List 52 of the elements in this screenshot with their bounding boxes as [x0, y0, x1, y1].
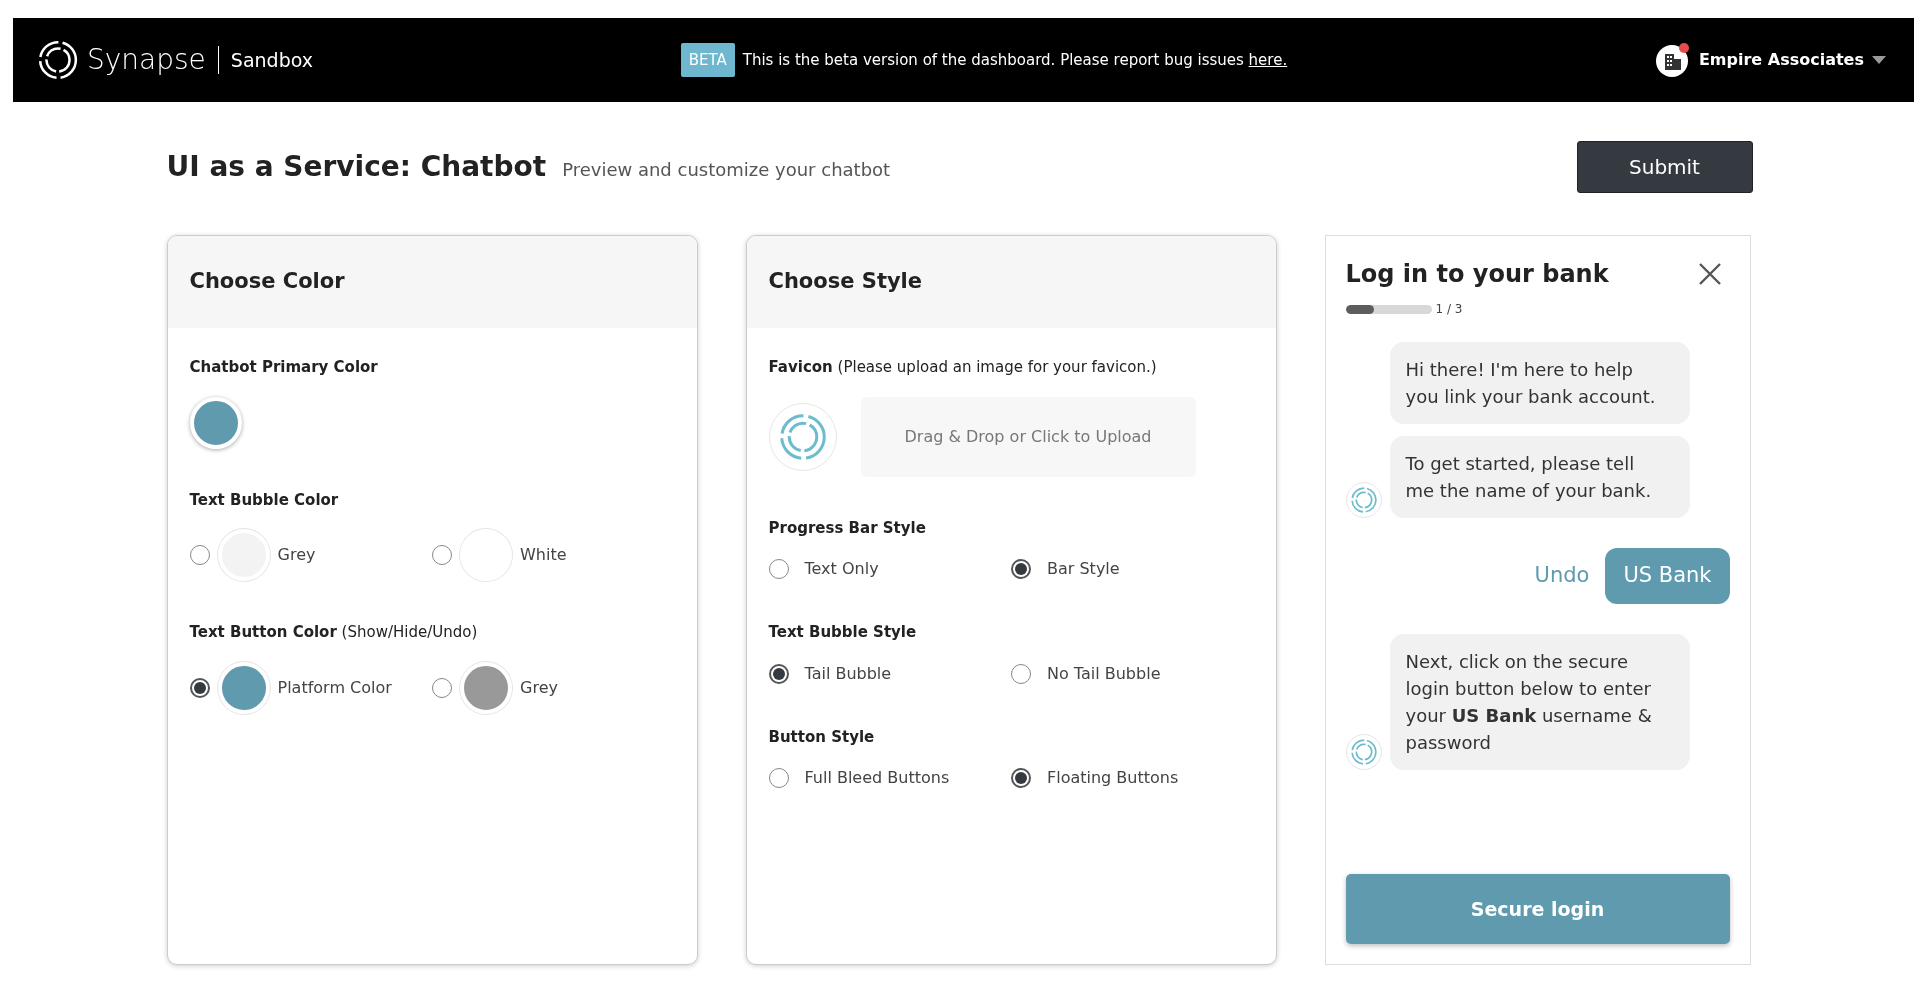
- radio-button[interactable]: [189, 677, 210, 698]
- submit-button[interactable]: Submit: [1576, 141, 1753, 193]
- chat-bubble: To get started, please tell me the name of your bank.: [1389, 436, 1690, 518]
- section-label: Progress Bar Style: [768, 517, 927, 539]
- option-label: Grey: [520, 676, 558, 699]
- section-label: Text Bubble Style: [768, 622, 918, 643]
- beta-notice: This is the beta version of the dashboard. Please report bug issues here.: [742, 49, 1288, 71]
- environment-label: Sandbox: [217, 45, 313, 75]
- card-title: Choose Color: [189, 268, 345, 296]
- option-label: Floating Buttons: [1047, 767, 1179, 789]
- ring-icon: [777, 411, 828, 462]
- card-title: Choose Style: [768, 268, 923, 296]
- reply-button[interactable]: US Bank: [1605, 548, 1730, 604]
- option-label: White: [520, 544, 567, 566]
- chat-title: Log in to your bank: [1345, 259, 1609, 290]
- section-label: Favicon (Please upload an image for your favicon.): [768, 357, 1158, 378]
- chat-bubble: Next, click on the secure login button below to enter your US Bank username & password: [1389, 633, 1690, 770]
- option-label: Bar Style: [1047, 558, 1120, 580]
- section-label: Chatbot Primary Color: [189, 357, 379, 378]
- beta-badge: BETA: [680, 42, 735, 78]
- undo-link[interactable]: Undo: [1534, 560, 1590, 592]
- radio-button[interactable]: [1011, 559, 1031, 579]
- page-title: UI as a Service: Chatbot: [166, 149, 547, 185]
- radio-button[interactable]: [1011, 768, 1031, 788]
- page-subtitle: Preview and customize your chatbot: [562, 158, 891, 182]
- report-link[interactable]: here.: [1248, 50, 1288, 69]
- close-icon[interactable]: [1697, 262, 1722, 286]
- radio-button[interactable]: [768, 663, 789, 684]
- option-label: Text Only: [804, 558, 879, 580]
- section-label: Text Bubble Color: [189, 489, 340, 511]
- upload-area[interactable]: Drag & Drop or Click to Upload: [860, 396, 1196, 477]
- radio-button[interactable]: [1011, 663, 1031, 684]
- option-label: No Tail Bubble: [1047, 662, 1161, 685]
- caret-icon[interactable]: [1872, 56, 1886, 64]
- section-label: Button Style: [768, 726, 876, 748]
- radio-button[interactable]: [768, 559, 789, 579]
- option-label: Full Bleed Buttons: [804, 767, 950, 789]
- secure-login-button[interactable]: Secure login: [1345, 874, 1730, 944]
- account-name[interactable]: Empire Associates: [1698, 48, 1864, 72]
- section-label: Text Button Color (Show/Hide/Undo): [189, 622, 479, 643]
- brand-name: Synapse: [87, 42, 206, 78]
- chat-bubble: Hi there! I'm here to help you link your bank account.: [1389, 342, 1690, 424]
- progress-text: 1 / 3: [1435, 301, 1463, 318]
- logo-icon: [37, 39, 79, 81]
- option-label: Platform Color: [277, 676, 392, 699]
- radio-button[interactable]: [189, 545, 210, 565]
- radio-button[interactable]: [768, 768, 789, 788]
- option-label: Tail Bubble: [804, 662, 892, 685]
- radio-button[interactable]: [432, 545, 452, 565]
- option-label: Grey: [277, 544, 316, 566]
- building-icon[interactable]: [1654, 42, 1691, 78]
- radio-button[interactable]: [432, 677, 452, 698]
